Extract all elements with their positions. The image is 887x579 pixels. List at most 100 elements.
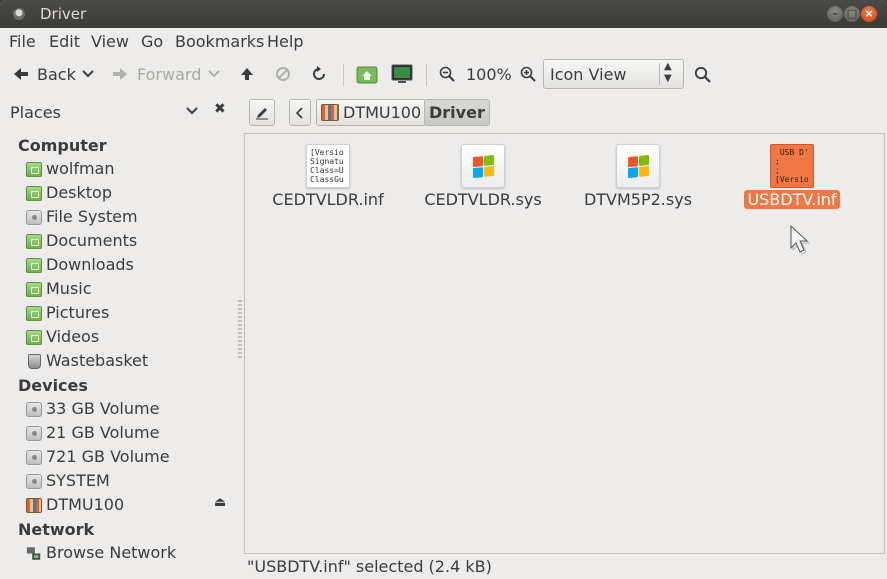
- sidebar-item-wolfman[interactable]: wolfman: [24, 158, 234, 182]
- menu-edit[interactable]: Edit: [49, 32, 80, 51]
- sidebar-item-documents[interactable]: Documents: [24, 230, 234, 254]
- back-arrow-icon: [14, 68, 28, 80]
- file-icon-view[interactable]: [Versio Signatu Class=U ClassGu CEDTVLDR…: [244, 133, 885, 554]
- zoom-level[interactable]: 100%: [466, 56, 512, 92]
- folder-icon: [26, 234, 42, 249]
- reload-icon: [313, 66, 325, 80]
- sidebar-item-label: Wastebasket: [46, 351, 149, 370]
- drive-icon: [26, 210, 42, 225]
- file-name: CEDTVLDR.sys: [424, 190, 542, 209]
- text-file-icon: USB D' ; ; [Versio: [770, 144, 814, 188]
- file-name: CEDTVLDR.inf: [272, 190, 384, 209]
- crumb-driver[interactable]: Driver: [424, 99, 490, 126]
- sidebar-item-721-gb-volume[interactable]: 721 GB Volume: [24, 446, 234, 470]
- minimize-button[interactable]: –: [827, 6, 843, 22]
- path-scroll-left-button[interactable]: [289, 99, 311, 126]
- places-sidebar: Places ✖ Computer wolfman Desktop File Sys…: [0, 92, 238, 579]
- places-dropdown-button[interactable]: [186, 103, 198, 119]
- drive-icon: [26, 450, 42, 465]
- toolbar-separator: [343, 64, 344, 86]
- section-computer: Computer: [18, 136, 107, 155]
- crumb-dtmu100[interactable]: DTMU100: [316, 99, 427, 126]
- menu-bookmarks[interactable]: Bookmarks: [175, 32, 264, 51]
- pane-resize-handle[interactable]: [238, 300, 242, 360]
- sidebar-item-label: Browse Network: [46, 543, 177, 562]
- monitor-icon: [391, 64, 413, 83]
- home-button[interactable]: [356, 56, 378, 92]
- sidebar-item-label: File System: [46, 207, 138, 226]
- menu-bar: File Edit View Go Bookmarks Help: [0, 28, 887, 55]
- forward-arrow-icon: [113, 68, 127, 80]
- sidebar-item-21-gb-volume[interactable]: 21 GB Volume: [24, 422, 234, 446]
- folder-icon: [26, 330, 42, 345]
- windows-logo-icon: [473, 154, 495, 179]
- up-button[interactable]: [240, 56, 254, 92]
- sidebar-item-browse-network[interactable]: Browse Network: [24, 542, 234, 566]
- window-title: Driver: [40, 5, 87, 23]
- sidebar-item-33-gb-volume[interactable]: 33 GB Volume: [24, 398, 234, 422]
- crumb-label: DTMU100: [343, 103, 422, 122]
- sidebar-item-label: 21 GB Volume: [46, 423, 160, 442]
- section-devices: Devices: [18, 376, 88, 395]
- sidebar-item-label: Videos: [46, 327, 100, 346]
- zoom-in-button[interactable]: [520, 56, 536, 92]
- back-label: Back: [37, 64, 76, 84]
- stop-button[interactable]: [275, 56, 291, 92]
- sidebar-item-desktop[interactable]: Desktop: [24, 182, 234, 206]
- eject-icon[interactable]: ⏏: [214, 495, 226, 510]
- chevron-down-icon: [82, 70, 94, 78]
- sidebar-item-dtmu100[interactable]: DTMU100 ⏏: [24, 494, 234, 518]
- drive-icon: [26, 402, 42, 417]
- file-item-selected[interactable]: USB D' ; ; [Versio USBDTV.inf: [717, 144, 867, 209]
- view-mode-select[interactable]: Icon View ▲ ▼: [543, 59, 684, 89]
- file-name: USBDTV.inf: [744, 190, 840, 209]
- forward-history-dropdown[interactable]: [208, 56, 220, 92]
- sidebar-item-label: SYSTEM: [46, 471, 110, 490]
- toggle-location-button[interactable]: [249, 99, 275, 126]
- path-bar: DTMU100 Driver: [244, 96, 887, 130]
- sidebar-item-downloads[interactable]: Downloads: [24, 254, 234, 278]
- folder-icon: [26, 258, 42, 273]
- places-header: Places ✖: [0, 92, 238, 132]
- spin-arrows-icon: ▲ ▼: [664, 61, 672, 84]
- open-terminal-button[interactable]: [391, 56, 413, 92]
- menu-file[interactable]: File: [9, 32, 36, 51]
- search-button[interactable]: [694, 56, 711, 92]
- sidebar-item-wastebasket[interactable]: Wastebasket: [24, 350, 234, 374]
- sidebar-item-file-system[interactable]: File System: [24, 206, 234, 230]
- menu-view[interactable]: View: [91, 32, 129, 51]
- title-bar[interactable]: Driver – □ ×: [0, 0, 887, 28]
- sidebar-item-videos[interactable]: Videos: [24, 326, 234, 350]
- close-sidebar-button[interactable]: ✖: [214, 101, 226, 117]
- chevron-left-icon: [296, 106, 303, 119]
- close-button[interactable]: ×: [861, 6, 877, 22]
- file-item[interactable]: DTVM5P2.sys: [563, 144, 713, 209]
- toolbar-separator: [426, 64, 427, 86]
- toolbar: Back Forward 100% Icon View ▲ ▼: [0, 56, 887, 92]
- back-button[interactable]: Back: [13, 56, 76, 92]
- sidebar-item-pictures[interactable]: Pictures: [24, 302, 234, 326]
- menu-go[interactable]: Go: [141, 32, 163, 51]
- folder-icon: [26, 282, 42, 297]
- back-history-dropdown[interactable]: [82, 56, 94, 92]
- text-file-icon: [Versio Signatu Class=U ClassGu: [306, 144, 350, 188]
- forward-label: Forward: [137, 64, 202, 84]
- folder-icon: [26, 306, 42, 321]
- network-icon: [26, 547, 41, 560]
- file-manager-window: Driver – □ × File Edit View Go Bookmarks…: [0, 0, 887, 579]
- menu-help[interactable]: Help: [267, 32, 303, 51]
- status-bar: "USBDTV.inf" selected (2.4 kB): [244, 555, 887, 579]
- status-text: "USBDTV.inf" selected (2.4 kB): [247, 557, 492, 576]
- forward-button[interactable]: Forward: [112, 56, 201, 92]
- sidebar-item-system[interactable]: SYSTEM: [24, 470, 234, 494]
- sidebar-item-label: wolfman: [46, 159, 115, 178]
- reload-button[interactable]: [311, 56, 327, 92]
- stop-icon: [276, 67, 290, 81]
- file-item[interactable]: [Versio Signatu Class=U ClassGu CEDTVLDR…: [253, 144, 403, 209]
- zoom-out-button[interactable]: [439, 56, 455, 92]
- maximize-button[interactable]: □: [844, 6, 860, 22]
- sidebar-item-music[interactable]: Music: [24, 278, 234, 302]
- places-title: Places: [10, 103, 61, 122]
- file-item[interactable]: CEDTVLDR.sys: [408, 144, 558, 209]
- home-folder-icon: [356, 66, 378, 84]
